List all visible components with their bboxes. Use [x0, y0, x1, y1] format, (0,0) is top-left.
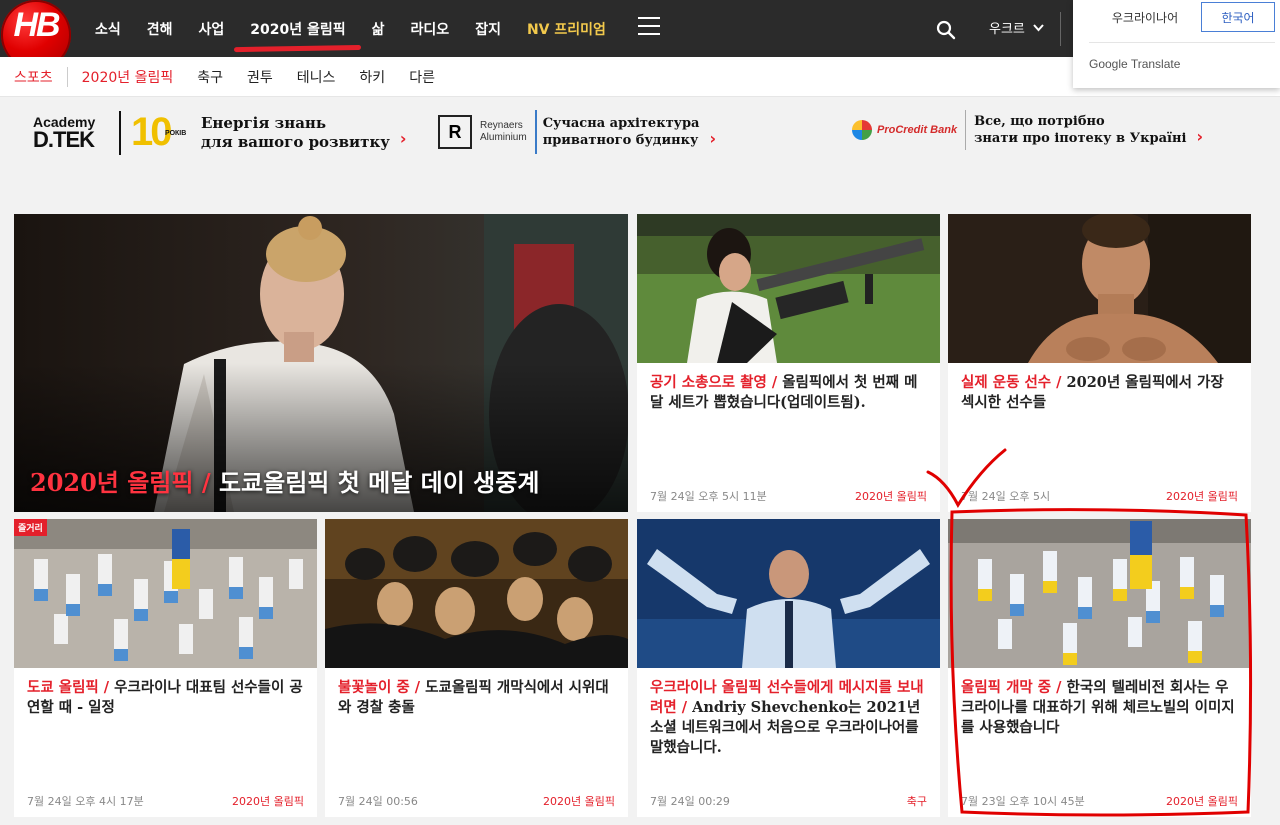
article-card[interactable]: 공기 소총으로 촬영 / 올림픽에서 첫 번째 메달 세트가 뽑혔습니다(업데이…: [637, 214, 940, 512]
article-tag[interactable]: 2020년 올림픽: [232, 793, 304, 809]
hero-article[interactable]: 2020년 올림픽 / 도쿄올림픽 첫 메달 데이 생중계: [14, 214, 628, 512]
language-label: 우크르: [989, 22, 1025, 37]
divider: [965, 110, 967, 150]
nav-opinion[interactable]: 견해: [147, 19, 173, 39]
article-time: 7월 24일 오후 5시: [961, 490, 1051, 503]
article-title[interactable]: 우크라이나 올림픽 선수들에게 메시지를 보내려면 / Andriy Shevc…: [650, 678, 927, 758]
site-logo[interactable]: HB: [1, 0, 71, 70]
article-time: 7월 24일 00:29: [650, 795, 730, 808]
article-title[interactable]: 올림픽 개막 중 / 한국의 텔레비전 회사는 우크라이나를 대표하기 위해 체…: [961, 678, 1238, 738]
article-card[interactable]: 즐거리 도쿄 올림픽 / 우크라이나 대표팀 선수들이 공연할 때 - 일정 7…: [14, 519, 317, 817]
article-meta: 7월 24일 00:56 2020년 올림픽: [338, 793, 615, 809]
nav-life[interactable]: 삶: [372, 19, 385, 39]
article-photo-protest-police-clash: [325, 519, 628, 668]
hero-headline[interactable]: 2020년 올림픽 / 도쿄올림픽 첫 메달 데이 생중계: [30, 463, 539, 498]
dtek-10-years-badge: 10 РОКІВ: [131, 110, 187, 154]
ad-text: Сучасна архітектура приватного будинку: [542, 116, 700, 148]
article-tag[interactable]: 축구: [907, 793, 927, 809]
article-time: 7월 23일 오후 10시 45분: [961, 795, 1085, 808]
google-translate-brand[interactable]: Google Translate: [1089, 57, 1180, 71]
hero-title-text: 도쿄올림픽 첫 메달 데이 생중계: [210, 468, 540, 497]
google-translate-widget: 우크라이나어 한국어 Google Translate: [1073, 0, 1280, 88]
subnav-tennis[interactable]: 테니스: [297, 67, 336, 87]
subnav-other[interactable]: 다른: [409, 67, 435, 87]
article-card[interactable]: 불꽃놀이 중 / 도쿄올림픽 개막식에서 시위대와 경찰 충돌 7월 24일 0…: [325, 519, 628, 817]
article-tag[interactable]: 2020년 올림픽: [855, 488, 927, 504]
article-title[interactable]: 도쿄 올림픽 / 우크라이나 대표팀 선수들이 공연할 때 - 일정: [27, 678, 304, 718]
article-time: 7월 24일 00:56: [338, 795, 418, 808]
article-time: 7월 24일 오후 4시 17분: [27, 795, 144, 808]
article-card[interactable]: 올림픽 개막 중 / 한국의 텔레비전 회사는 우크라이나를 대표하기 위해 체…: [948, 519, 1251, 817]
article-tag[interactable]: 2020년 올림픽: [543, 793, 615, 809]
nav-olympics-2020[interactable]: 2020년 올림픽: [250, 19, 345, 39]
article-meta: 7월 24일 오후 4시 17분 2020년 올림픽: [27, 793, 304, 809]
search-icon[interactable]: [936, 20, 956, 40]
logo-text: HB: [13, 6, 60, 44]
article-meta: 7월 24일 오후 5시 11분 2020년 올림픽: [650, 488, 927, 504]
article-meta: 7월 24일 오후 5시 2020년 올림픽: [961, 488, 1238, 504]
divider: [66, 67, 68, 87]
language-dropdown[interactable]: 우크르: [989, 18, 1044, 37]
chevron-down-icon: [1033, 23, 1044, 31]
article-photo-team-ukraine-parade: [14, 519, 317, 668]
article-title[interactable]: 불꽃놀이 중 / 도쿄올림픽 개막식에서 시위대와 경찰 충돌: [338, 678, 615, 718]
article-rubric[interactable]: 불꽃놀이 중 /: [338, 679, 420, 696]
article-rubric[interactable]: 올림픽 개막 중 /: [961, 679, 1061, 696]
subnav-boxing[interactable]: 권투: [247, 67, 273, 87]
subnav-hockey[interactable]: 하키: [359, 67, 385, 87]
article-card[interactable]: 실제 운동 선수 / 2020년 올림픽에서 가장 섹시한 선수들 7월 24일…: [948, 214, 1251, 512]
procredit-logo: ProCredit Bank: [852, 120, 957, 140]
dtek-logo: Academy D.TEK: [33, 113, 96, 152]
reynaers-name: Reynaers Aluminium: [480, 120, 527, 143]
translate-ukrainian-button[interactable]: 우크라이나어: [1089, 2, 1201, 32]
article-photo-shevchenko-stadium: [637, 519, 940, 668]
divider: [119, 110, 121, 155]
nav-business[interactable]: 사업: [199, 19, 225, 39]
article-tag[interactable]: 2020년 올림픽: [1166, 793, 1238, 809]
article-rubric[interactable]: 공기 소총으로 촬영 /: [650, 374, 777, 391]
article-card[interactable]: 우크라이나 올림픽 선수들에게 메시지를 보내려면 / Andriy Shevc…: [637, 519, 940, 817]
article-photo-opening-ceremony-ukraine: [948, 519, 1251, 668]
ad-text: Все, що потрібно знати про іпотеку в Укр…: [974, 114, 1187, 146]
ad-text: Енергія знань для вашого розвитку: [201, 113, 390, 151]
divider: [534, 110, 537, 154]
nav-magazine[interactable]: 잡지: [475, 19, 501, 39]
article-tag[interactable]: 2020년 올림픽: [1166, 488, 1238, 504]
hero-rubric[interactable]: 2020년 올림픽 /: [30, 468, 211, 497]
subnav-football[interactable]: 축구: [197, 67, 223, 87]
menu-icon[interactable]: [638, 17, 660, 37]
nav-radio[interactable]: 라디오: [411, 19, 450, 39]
subnav-olympics-2020[interactable]: 2020년 올림픽: [82, 67, 174, 87]
divider: [1060, 12, 1061, 46]
nav-news[interactable]: 소식: [95, 19, 121, 39]
article-rubric[interactable]: 도쿄 올림픽 /: [27, 679, 109, 696]
article-meta: 7월 24일 00:29 축구: [650, 793, 927, 809]
ad-procredit[interactable]: ProCredit Bank Все, що потрібно знати пр…: [852, 110, 1203, 150]
divider: [1089, 42, 1275, 43]
procredit-mark-icon: [852, 120, 872, 140]
article-time: 7월 24일 오후 5시 11분: [650, 490, 767, 503]
article-title[interactable]: 공기 소총으로 촬영 / 올림픽에서 첫 번째 메달 세트가 뽑혔습니다(업데이…: [650, 373, 927, 413]
chevron-right-icon: ›: [709, 128, 717, 148]
partner-ads: Academy D.TEK 10 РОКІВ Енергія знань для …: [0, 98, 1280, 180]
article-photo-air-rifle-shooter: [637, 214, 940, 363]
trending-badge: 즐거리: [14, 519, 47, 536]
ad-reynaers[interactable]: R Reynaers Aluminium Сучасна архітектура…: [438, 110, 716, 154]
ad-dtek[interactable]: Academy D.TEK 10 РОКІВ Енергія знань для …: [33, 110, 407, 155]
main-nav: 소식 견해 사업 2020년 올림픽 삶 라디오 잡지 NV 프리미엄: [82, 0, 619, 57]
reynaers-logo-mark: R: [438, 115, 472, 149]
article-meta: 7월 23일 오후 10시 45분 2020년 올림픽: [961, 793, 1238, 809]
article-title[interactable]: 실제 운동 선수 / 2020년 올림픽에서 가장 섹시한 선수들: [961, 373, 1238, 413]
chevron-right-icon: ›: [399, 129, 407, 148]
sports-subnav: 스포츠 2020년 올림픽 축구 권투 테니스 하키 다른: [14, 57, 459, 97]
article-photo-athlete-portrait: [948, 214, 1251, 363]
subnav-section-sports[interactable]: 스포츠: [14, 67, 53, 87]
translate-korean-button[interactable]: 한국어: [1201, 2, 1275, 32]
chevron-right-icon: ›: [1196, 126, 1204, 146]
nav-premium[interactable]: NV 프리미엄: [527, 19, 606, 39]
article-rubric[interactable]: 실제 운동 선수 /: [961, 374, 1061, 391]
